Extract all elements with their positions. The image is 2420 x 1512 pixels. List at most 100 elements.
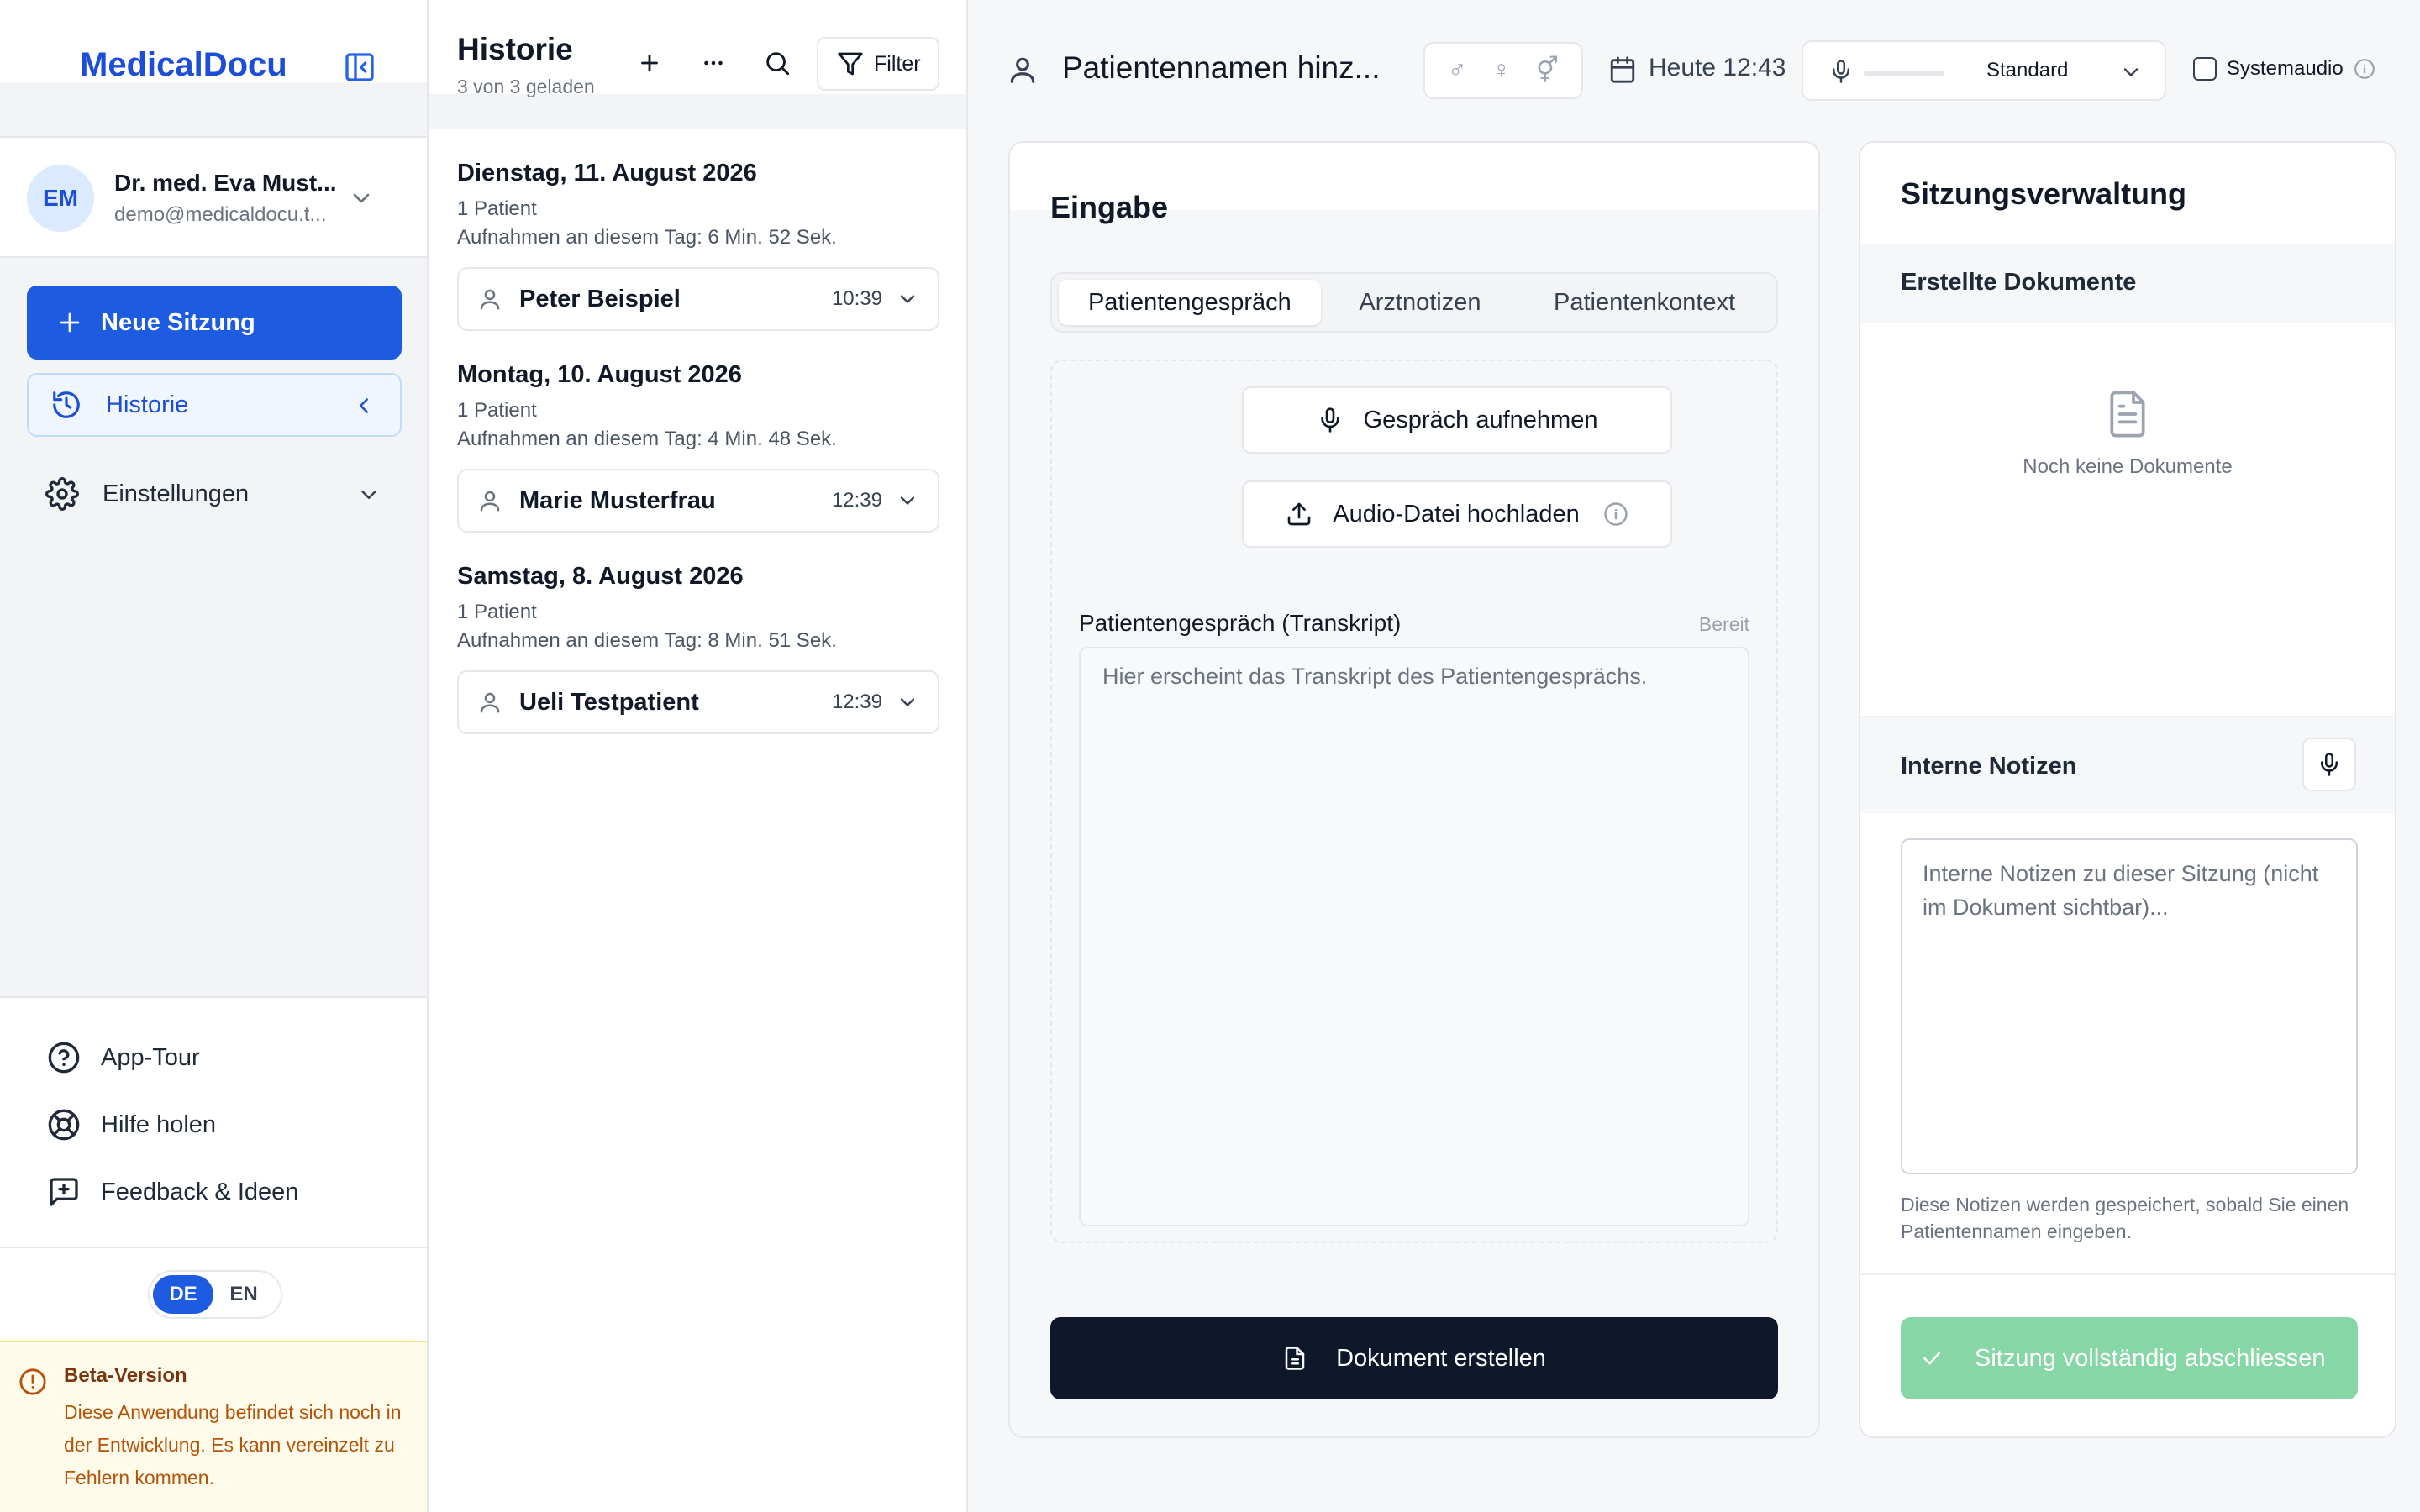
internal-notes-header: Interne Notizen	[1860, 716, 2395, 813]
app-tour-label: App-Tour	[101, 1043, 200, 1071]
transcript-textarea-wrapper	[1079, 647, 1749, 1226]
user-menu[interactable]: EM Dr. med. Eva Must... demo@medicaldocu…	[0, 136, 427, 258]
create-document-button[interactable]: Dokument erstellen	[1050, 1317, 1778, 1399]
day-patient-count: 1 Patient	[457, 601, 537, 623]
system-audio-label: Systemaudio	[2227, 57, 2344, 80]
patient-name: Ueli Testpatient	[519, 688, 699, 716]
audio-input-select[interactable]: Standard	[1802, 40, 2166, 101]
lang-en-option[interactable]: EN	[213, 1275, 274, 1314]
filter-button[interactable]: Filter	[817, 37, 939, 91]
app-tour-link[interactable]: App-Tour	[47, 1037, 200, 1079]
sidebar-item-settings[interactable]: Einstellungen	[27, 462, 402, 526]
new-session-label: Neue Sitzung	[101, 308, 255, 336]
session-topbar: Patientennamen hinz... ♂ ♀ ⚥ Heute 12:43…	[968, 0, 2420, 134]
chevron-down-icon[interactable]	[896, 287, 919, 311]
filter-label: Filter	[874, 51, 921, 76]
app-logo[interactable]: MedicalDocu	[80, 46, 287, 84]
notes-save-hint: Diese Notizen werden gespeichert, sobald…	[1901, 1194, 2349, 1242]
created-documents-header: Erstellte Dokumente	[1860, 244, 2395, 323]
day-recording-time: Aufnahmen an diesem Tag: 8 Min. 51 Sek.	[457, 629, 837, 652]
sidebar: MedicalDocu EM Dr. med. Eva Must... demo…	[0, 0, 429, 1512]
internal-notes-wrapper	[1901, 838, 2358, 1174]
info-icon[interactable]	[2354, 58, 2375, 80]
beta-title: Beta-Version	[64, 1364, 187, 1387]
internal-notes-title: Interne Notizen	[1901, 753, 2077, 780]
chevron-down-icon[interactable]	[348, 185, 375, 212]
microphone-icon	[2321, 753, 2338, 776]
patient-name: Marie Musterfrau	[519, 486, 716, 514]
add-icon[interactable]	[635, 49, 664, 77]
record-conversation-button[interactable]: Gespräch aufnehmen	[1242, 386, 1672, 454]
chevron-down-icon[interactable]	[896, 690, 919, 714]
history-day-group: Dienstag, 11. August 2026 1 Patient Aufn…	[457, 160, 944, 249]
history-header: Historie 3 von 3 geladen Filter	[429, 0, 966, 129]
search-icon[interactable]	[763, 49, 792, 77]
day-recording-time: Aufnahmen an diesem Tag: 4 Min. 48 Sek.	[457, 428, 837, 450]
session-panel-title: Sitzungsverwaltung	[1901, 176, 2187, 211]
sidebar-item-label: Einstellungen	[103, 480, 250, 507]
history-icon	[53, 391, 80, 418]
history-patient-card[interactable]: Marie Musterfrau 12:39	[457, 469, 939, 533]
language-switcher-area: DE EN	[0, 1248, 427, 1341]
chevron-down-icon	[2123, 68, 2139, 76]
tab-doctor-notes[interactable]: Arztnotizen	[1321, 280, 1519, 325]
document-icon	[2110, 391, 2145, 438]
audio-drop-zone[interactable]: Gespräch aufnehmen Audio-Datei hochladen…	[1050, 360, 1778, 1243]
gender-selector: ♂ ♀ ⚥	[1423, 42, 1583, 99]
get-help-link[interactable]: Hilfe holen	[47, 1104, 216, 1146]
notes-dictate-button[interactable]	[2302, 738, 2356, 791]
day-recording-time: Aufnahmen an diesem Tag: 6 Min. 52 Sek.	[457, 226, 837, 249]
sidebar-collapse-icon[interactable]	[343, 50, 376, 84]
sidebar-item-label: Historie	[106, 391, 189, 418]
no-documents-text: Noch keine Dokumente	[2023, 455, 2233, 478]
feedback-link[interactable]: Feedback & Ideen	[47, 1171, 298, 1213]
transcript-textarea[interactable]	[1081, 648, 1748, 1225]
input-tabs: Patientengespräch Arztnotizen Patientenk…	[1050, 272, 1778, 333]
complete-session-button[interactable]: Sitzung vollständig abschliessen	[1901, 1317, 2358, 1399]
chevron-down-icon[interactable]	[896, 489, 919, 512]
language-toggle[interactable]: DE EN	[148, 1270, 282, 1319]
calendar-icon[interactable]	[1608, 55, 1637, 84]
patient-name-input[interactable]: Patientennamen hinz...	[1062, 50, 1380, 86]
gender-male-button[interactable]: ♂	[1448, 56, 1467, 85]
history-patient-card[interactable]: Ueli Testpatient 12:39	[457, 670, 939, 734]
alert-circle-icon	[19, 1368, 46, 1395]
filter-icon	[838, 52, 863, 76]
microphone-icon	[1320, 407, 1339, 433]
tab-patient-context[interactable]: Patientenkontext	[1519, 280, 1770, 325]
audio-level-meter	[1864, 71, 1944, 76]
session-date[interactable]: Heute 12:43	[1649, 54, 1786, 82]
info-icon[interactable]	[1603, 501, 1628, 527]
sidebar-item-history[interactable]: Historie	[27, 373, 402, 437]
audio-mode-value: Standard	[1986, 59, 2069, 81]
beta-text: Diese Anwendung befindet sich noch in de…	[64, 1401, 402, 1488]
transcript-status: Bereit	[1698, 613, 1749, 635]
chevron-down-icon	[361, 491, 376, 499]
lang-de-option[interactable]: DE	[153, 1275, 213, 1314]
beta-notice: Beta-Version Diese Anwendung befindet si…	[0, 1341, 427, 1512]
day-patient-count: 1 Patient	[457, 399, 537, 422]
more-icon[interactable]	[699, 49, 728, 77]
user-icon	[480, 289, 500, 310]
history-patient-card[interactable]: Peter Beispiel 10:39	[457, 267, 939, 331]
patient-name: Peter Beispiel	[519, 285, 681, 312]
help-circle-icon	[48, 1042, 80, 1074]
upload-audio-button[interactable]: Audio-Datei hochladen	[1242, 480, 1672, 548]
gender-female-button[interactable]: ♀	[1491, 56, 1511, 85]
new-session-button[interactable]: Neue Sitzung	[27, 286, 402, 360]
user-icon	[480, 491, 500, 512]
history-panel: Historie 3 von 3 geladen Filter Dienstag…	[429, 0, 968, 1512]
session-management-panel: Sitzungsverwaltung Erstellte Dokumente N…	[1859, 141, 2396, 1438]
gender-diverse-button[interactable]: ⚥	[1536, 56, 1559, 86]
microphone-icon	[1833, 60, 1849, 83]
system-audio-toggle[interactable]: Systemaudio	[2193, 57, 2375, 81]
session-time: 12:39	[831, 690, 882, 713]
internal-notes-textarea[interactable]	[1902, 840, 2356, 1173]
avatar: EM	[27, 165, 94, 232]
session-time: 12:39	[831, 489, 882, 512]
get-help-label: Hilfe holen	[101, 1110, 217, 1138]
tab-patient-conversation[interactable]: Patientengespräch	[1059, 280, 1321, 325]
user-name: Dr. med. Eva Must...	[114, 170, 337, 196]
history-day-group: Montag, 10. August 2026 1 Patient Aufnah…	[457, 361, 944, 451]
system-audio-checkbox[interactable]	[2193, 57, 2217, 81]
